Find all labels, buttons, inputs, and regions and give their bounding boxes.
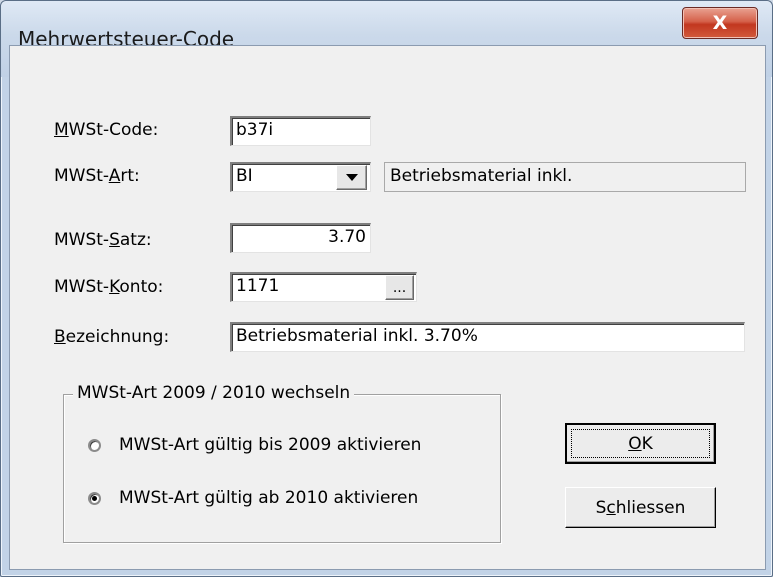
mwst-code-label: MWSt-Code: [54,120,159,140]
mwst-konto-label: MWSt-Konto: [54,277,164,297]
close-window-button[interactable]: X [682,7,758,39]
mwst-satz-label: MWSt-Satz: [54,230,152,250]
mwst-art-description: Betriebsmaterial inkl. [384,162,746,192]
mwst-art-dropdown-button[interactable] [336,165,367,190]
bezeichnung-label: Bezeichnung: [54,327,170,347]
focus-rectangle [571,429,710,458]
radio-bis-2009[interactable] [88,439,101,452]
mwst-art-selected-value: BI [236,166,253,186]
dialog-client-area: MWSt-Code: b37i MWSt-Art: BI Betriebsmat… [9,45,766,570]
radio-ab-2010-label[interactable]: MWSt-Art gültig ab 2010 aktivieren [119,488,418,508]
chevron-down-icon [345,174,358,181]
bezeichnung-input[interactable]: Betriebsmaterial inkl. 3.70% [230,322,745,352]
mwst-satz-input[interactable]: 3.70 [230,223,371,253]
schliessen-button[interactable]: Schliessen [565,487,716,528]
mwst-konto-value: 1171 [236,276,280,296]
close-icon: X [712,12,728,34]
mwst-art-label: MWSt-Art: [54,166,140,186]
mwst-art-select[interactable]: BI [230,162,371,192]
radio-selected-dot [92,496,97,501]
mwst-code-input[interactable]: b37i [230,116,371,146]
dialog-window: Mehrwertsteuer-Code X MWSt-Code: b37i MW… [0,0,773,577]
konto-browse-button[interactable]: ... [385,275,414,300]
schliessen-button-label: Schliessen [595,497,686,518]
mwst-konto-input[interactable]: 1171 ... [230,272,417,302]
mwst-art-switch-groupbox [63,394,501,543]
groupbox-title: MWSt-Art 2009 / 2010 wechseln [73,383,355,403]
ok-button[interactable]: OK [565,423,716,464]
radio-ab-2010[interactable] [88,492,101,505]
radio-bis-2009-label[interactable]: MWSt-Art gültig bis 2009 aktivieren [119,435,421,455]
